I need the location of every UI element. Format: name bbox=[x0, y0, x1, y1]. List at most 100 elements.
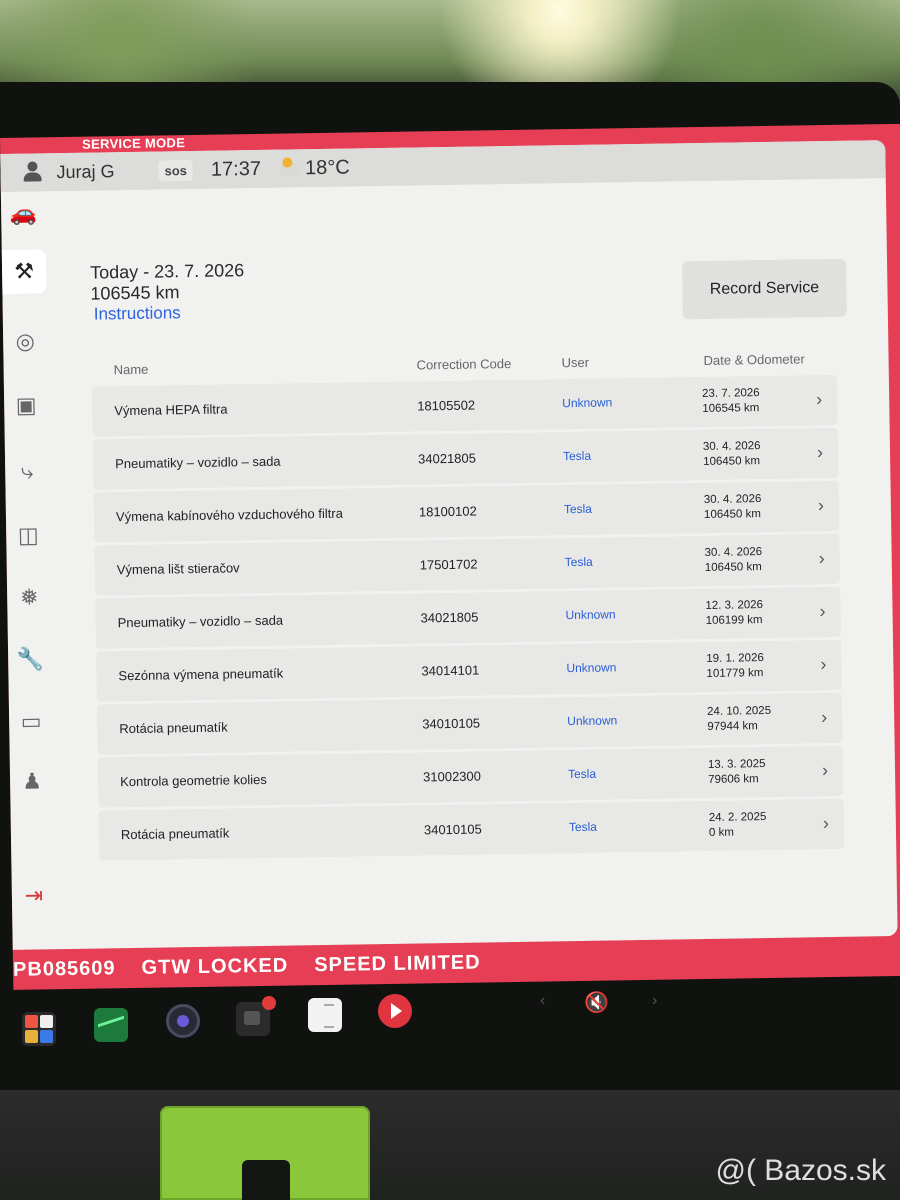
seat-person-icon[interactable]: ♟ bbox=[10, 759, 55, 804]
table-row[interactable]: Rotácia pneumatík 34010105 Unknown 24. 1… bbox=[96, 692, 843, 755]
gtw-status: GTW LOCKED bbox=[141, 954, 289, 979]
record-user: Tesla bbox=[564, 554, 593, 570]
volume-muted-icon[interactable]: 🔇 bbox=[584, 990, 624, 1024]
table-row[interactable]: Pneumatiky – vozidlo – sada 34021805 Unk… bbox=[95, 586, 841, 649]
chip-icon[interactable]: ▣ bbox=[4, 383, 49, 428]
user-name: Juraj G bbox=[56, 160, 115, 182]
speed-status: SPEED LIMITED bbox=[314, 951, 481, 976]
door-icon[interactable]: ▭ bbox=[9, 699, 54, 744]
record-date: 30. 4. 2026 bbox=[703, 493, 762, 506]
lightning-icon[interactable]: ⤷ bbox=[5, 449, 50, 494]
wrench-icon[interactable]: 🔧 bbox=[8, 637, 53, 682]
service-mode-label: SERVICE MODE bbox=[81, 135, 186, 152]
record-code: 34014101 bbox=[421, 662, 480, 679]
table-row[interactable]: Výmena HEPA filtra 18105502 Unknown 23. … bbox=[91, 374, 838, 437]
chart-icon[interactable] bbox=[94, 1008, 128, 1042]
chevron-right-icon: › bbox=[821, 707, 828, 728]
partly-cloudy-icon bbox=[278, 161, 300, 176]
battery-icon[interactable]: ◫ bbox=[6, 513, 51, 558]
record-code: 18105502 bbox=[417, 397, 476, 414]
record-name: Pneumatiky – vozidlo – sada bbox=[115, 453, 281, 472]
obd-dongle bbox=[160, 1106, 370, 1200]
chevron-right-icon: › bbox=[820, 654, 827, 675]
camera-icon[interactable] bbox=[166, 1004, 200, 1038]
record-user: Unknown bbox=[562, 395, 613, 411]
record-odometer: 106450 km bbox=[703, 455, 761, 468]
record-odometer: 106545 km bbox=[702, 402, 760, 416]
record-name: Výmena kabínového vzduchového filtra bbox=[115, 505, 343, 525]
record-user: Unknown bbox=[565, 607, 616, 623]
dashcam-icon[interactable] bbox=[236, 996, 276, 1036]
table-row[interactable]: Výmena lišt stieračov 17501702 Tesla 30.… bbox=[94, 533, 841, 596]
record-date: 12. 3. 2026 bbox=[705, 599, 764, 612]
snowflake-icon[interactable]: ❅ bbox=[7, 575, 52, 620]
record-user: Tesla bbox=[568, 819, 598, 835]
chevron-right-icon: › bbox=[817, 495, 825, 516]
record-name: Rotácia pneumatík bbox=[120, 825, 230, 843]
table-row[interactable]: Sezónna výmena pneumatík 34014101 Unknow… bbox=[96, 639, 842, 702]
record-date: 24. 2. 2025 bbox=[708, 811, 767, 824]
app-dock: ‹ 🔇 › bbox=[0, 992, 900, 1050]
service-records: Výmena HEPA filtra 18105502 Unknown 23. … bbox=[91, 374, 854, 864]
record-user: Tesla bbox=[563, 501, 593, 517]
header-name: Name bbox=[113, 361, 149, 378]
record-user: Unknown bbox=[567, 713, 618, 729]
exit-icon[interactable]: ⇥ bbox=[12, 873, 57, 918]
header-correction-code: Correction Code bbox=[416, 355, 512, 373]
record-name: Sezónna výmena pneumatík bbox=[118, 665, 284, 684]
car-icon[interactable]: 🚗 bbox=[1, 191, 46, 236]
recording-indicator bbox=[262, 996, 276, 1010]
service-panel: Juraj G sos 17:37 18°C 🚗 ⚒ ◎ ▣ ⤷ ◫ ❅ 🔧 ▭… bbox=[0, 140, 898, 950]
service-date: Today - 23. 7. 2026 bbox=[89, 260, 245, 283]
record-code: 34021805 bbox=[420, 609, 479, 626]
steering-wheel-icon[interactable]: ◎ bbox=[3, 319, 48, 364]
notes-icon[interactable] bbox=[308, 998, 342, 1032]
record-odometer: 106450 km bbox=[704, 561, 762, 574]
table-row[interactable]: Pneumatiky – vozidlo – sada 34021805 Tes… bbox=[92, 427, 839, 490]
record-code: 34021805 bbox=[417, 450, 477, 467]
record-code: 18100102 bbox=[418, 503, 477, 520]
record-code: 34010105 bbox=[423, 821, 482, 838]
record-code: 17501702 bbox=[419, 556, 478, 573]
chevron-left-icon[interactable]: ‹ bbox=[540, 992, 554, 1026]
chevron-right-icon: › bbox=[819, 601, 826, 622]
record-name: Pneumatiky – vozidlo – sada bbox=[117, 612, 284, 631]
header-user: User bbox=[561, 354, 590, 371]
chevron-right-icon[interactable]: › bbox=[652, 992, 666, 1026]
obd-port bbox=[242, 1160, 290, 1200]
clock: 17:37 bbox=[210, 157, 262, 181]
table-row[interactable]: Výmena kabínového vzduchového filtra 181… bbox=[93, 480, 840, 543]
service-history: Today - 23. 7. 2026 106545 km Instructio… bbox=[89, 179, 871, 949]
record-user: Unknown bbox=[566, 660, 617, 676]
media-player-icon[interactable] bbox=[378, 994, 412, 1028]
record-service-button[interactable]: Record Service bbox=[682, 258, 847, 320]
chevron-right-icon: › bbox=[822, 813, 830, 834]
chevron-right-icon: › bbox=[818, 548, 825, 569]
record-date: 30. 4. 2026 bbox=[702, 440, 761, 453]
record-date: 30. 4. 2026 bbox=[704, 546, 763, 559]
record-odometer: 101779 km bbox=[706, 667, 764, 680]
tools-icon[interactable]: ⚒ bbox=[1, 249, 47, 294]
record-name: Kontrola geometrie kolies bbox=[120, 771, 267, 790]
record-code: 34010105 bbox=[422, 715, 481, 732]
instructions-link[interactable]: Instructions bbox=[94, 303, 181, 324]
record-date: 13. 3. 2025 bbox=[707, 758, 766, 771]
table-row[interactable]: Rotácia pneumatík 34010105 Tesla 24. 2. … bbox=[98, 798, 845, 861]
launcher-icon[interactable] bbox=[22, 1012, 56, 1046]
record-code: 31002300 bbox=[422, 768, 482, 785]
user-profile[interactable]: Juraj G bbox=[22, 160, 114, 183]
record-name: Výmena HEPA filtra bbox=[114, 401, 228, 419]
table-row[interactable]: Kontrola geometrie kolies 31002300 Tesla… bbox=[97, 745, 844, 808]
record-name: Rotácia pneumatík bbox=[119, 719, 228, 737]
record-odometer: 106199 km bbox=[705, 614, 763, 627]
record-date: 23. 7. 2026 bbox=[702, 387, 760, 401]
chevron-right-icon: › bbox=[816, 442, 824, 463]
weather: 18°C bbox=[278, 156, 350, 180]
touchscreen: SERVICE MODE SERVICE MODE Juraj G sos 17… bbox=[0, 123, 900, 990]
temperature: 18°C bbox=[304, 156, 350, 179]
record-user: Tesla bbox=[567, 766, 597, 782]
record-odometer: 97944 km bbox=[707, 720, 758, 733]
sos-button[interactable]: sos bbox=[158, 159, 194, 182]
record-user: Tesla bbox=[562, 448, 592, 464]
watermark: @( Bazos.sk bbox=[715, 1154, 887, 1187]
